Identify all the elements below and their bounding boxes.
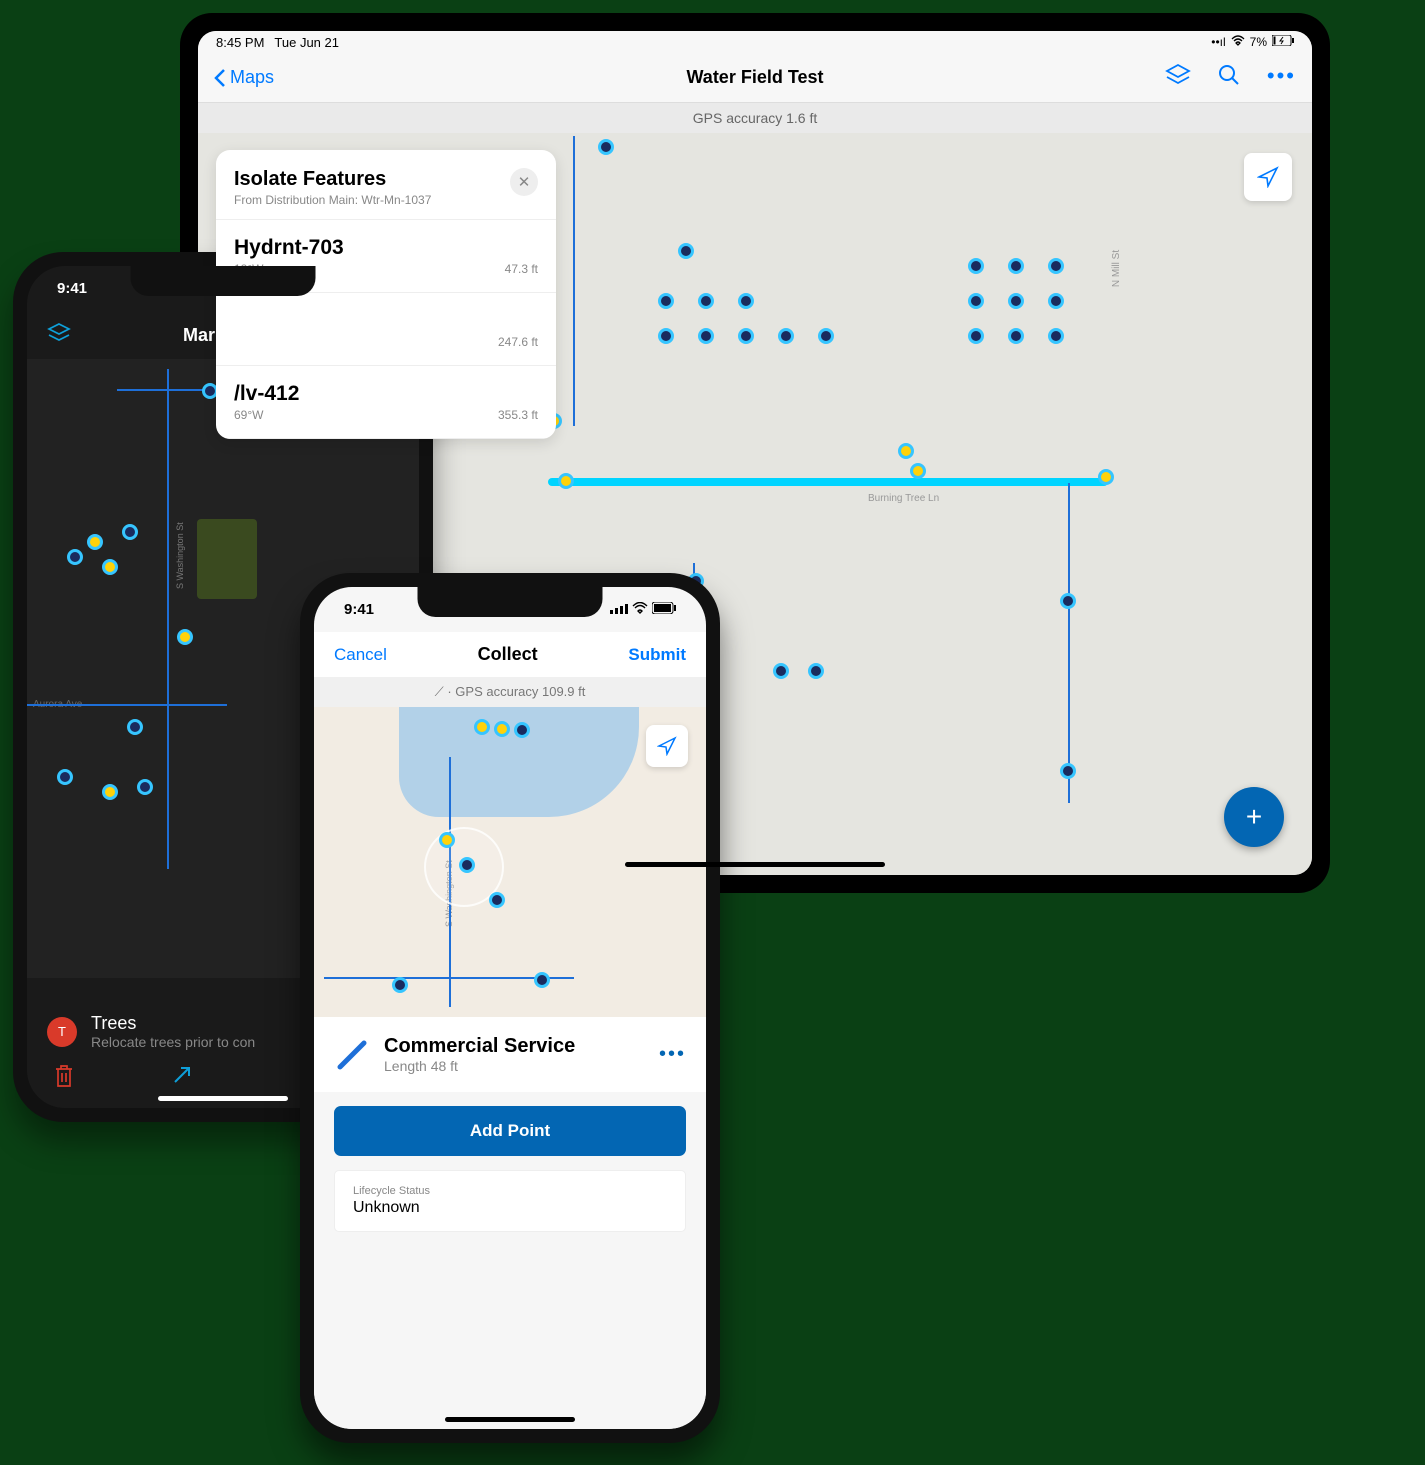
more-icon[interactable]: ••• [659, 1043, 686, 1066]
street-label: S Washington St [175, 522, 185, 589]
marker-title: Trees [91, 1013, 255, 1034]
home-indicator [625, 862, 885, 867]
gps-bar: ⟋ · GPS accuracy 109.9 ft [314, 677, 706, 707]
map-node[interactable] [439, 832, 455, 848]
field-label: Lifecycle Status [353, 1185, 667, 1197]
map-node[interactable] [910, 463, 926, 479]
notch [131, 266, 316, 296]
isolate-row[interactable]: /lv-412 69°W355.3 ft [216, 366, 556, 439]
map-node[interactable] [678, 243, 694, 259]
map-node[interactable] [1060, 593, 1076, 609]
field-value: Unknown [353, 1199, 667, 1217]
map-node[interactable] [57, 769, 73, 785]
locate-button[interactable] [1244, 153, 1292, 201]
map-node[interactable] [127, 719, 143, 735]
share-icon[interactable] [171, 1064, 193, 1094]
map-node[interactable] [87, 534, 103, 550]
map-node[interactable] [534, 972, 550, 988]
gps-bar: GPS accuracy 1.6 ft [198, 103, 1312, 133]
lifecycle-field[interactable]: Lifecycle Status Unknown [334, 1170, 686, 1232]
status-time: 9:41 [57, 280, 87, 297]
add-point-button[interactable]: Add Point [334, 1106, 686, 1156]
markup-area[interactable] [197, 519, 257, 599]
map-node[interactable] [122, 524, 138, 540]
battery-icon [1272, 35, 1294, 49]
map-node[interactable] [137, 779, 153, 795]
collect-card: Commercial Service Length 48 ft ••• Add … [314, 1017, 706, 1429]
isolate-row[interactable]: 247.6 ft [216, 293, 556, 366]
home-indicator [445, 1417, 575, 1422]
street-label-2: N Mill St [1111, 250, 1122, 287]
map-node[interactable] [598, 139, 614, 155]
map-node[interactable] [489, 892, 505, 908]
status-time: 8:45 PM [216, 35, 264, 50]
search-icon[interactable] [1217, 63, 1241, 92]
back-label: Maps [230, 67, 274, 88]
locate-button[interactable] [646, 725, 688, 767]
ipad-status-bar: 8:45 PM Tue Jun 21 ••ıl 7% [198, 31, 1312, 53]
map-node[interactable] [898, 443, 914, 459]
phone-light-device: 9:41 Cancel Collect Submit ⟋ · GPS accur… [300, 573, 720, 1443]
status-time: 9:41 [344, 601, 374, 618]
trace-highlight [548, 478, 1108, 486]
isolate-subtitle: From Distribution Main: Wtr-Mn-1037 [234, 193, 431, 207]
feature-name: /lv-412 [234, 382, 538, 406]
page-title: Water Field Test [686, 67, 823, 88]
map-node[interactable] [102, 559, 118, 575]
street-label: Burning Tree Ln [868, 493, 939, 504]
ipad-navbar: Maps Water Field Test ••• [198, 53, 1312, 103]
home-indicator [158, 1096, 288, 1101]
map-node[interactable] [67, 549, 83, 565]
phone-light-navbar: Cancel Collect Submit [314, 632, 706, 677]
cancel-button[interactable]: Cancel [334, 645, 387, 665]
back-button[interactable]: Maps [214, 67, 274, 88]
more-icon[interactable]: ••• [1267, 63, 1296, 92]
notch [418, 587, 603, 617]
map-node[interactable] [1060, 763, 1076, 779]
phone-light-screen: 9:41 Cancel Collect Submit ⟋ · GPS accur… [314, 587, 706, 1429]
feature-subtitle: Length 48 ft [384, 1058, 575, 1074]
battery-percent: 7% [1250, 35, 1267, 49]
add-fab[interactable]: + [1224, 787, 1284, 847]
status-right [610, 601, 676, 618]
layers-icon[interactable] [47, 322, 71, 349]
map-node[interactable] [1098, 469, 1114, 485]
map-node[interactable] [773, 663, 789, 679]
status-date: Tue Jun 21 [274, 35, 339, 50]
page-title: Collect [478, 644, 538, 665]
signal-icon: ••ıl [1211, 35, 1225, 49]
submit-button[interactable]: Submit [628, 645, 686, 665]
map-node[interactable] [808, 663, 824, 679]
feature-type-icon [334, 1037, 370, 1073]
wifi-icon [1231, 35, 1245, 49]
map-node[interactable] [494, 721, 510, 737]
satellite-icon: ⟋ [435, 684, 444, 699]
isolate-title: Isolate Features [234, 168, 431, 191]
map-node[interactable] [558, 473, 574, 489]
map-node[interactable] [474, 719, 490, 735]
marker-subtitle: Relocate trees prior to con [91, 1034, 255, 1050]
map-node[interactable] [459, 857, 475, 873]
feature-title: Commercial Service [384, 1035, 575, 1058]
marker-icon: T [47, 1017, 77, 1047]
close-icon[interactable]: ✕ [510, 168, 538, 196]
layers-icon[interactable] [1165, 63, 1191, 92]
map-node[interactable] [102, 784, 118, 800]
map-node[interactable] [514, 722, 530, 738]
feature-name: Hydrnt-703 [234, 236, 538, 260]
map-node[interactable] [392, 977, 408, 993]
map-node[interactable] [177, 629, 193, 645]
trash-icon[interactable] [53, 1064, 75, 1094]
